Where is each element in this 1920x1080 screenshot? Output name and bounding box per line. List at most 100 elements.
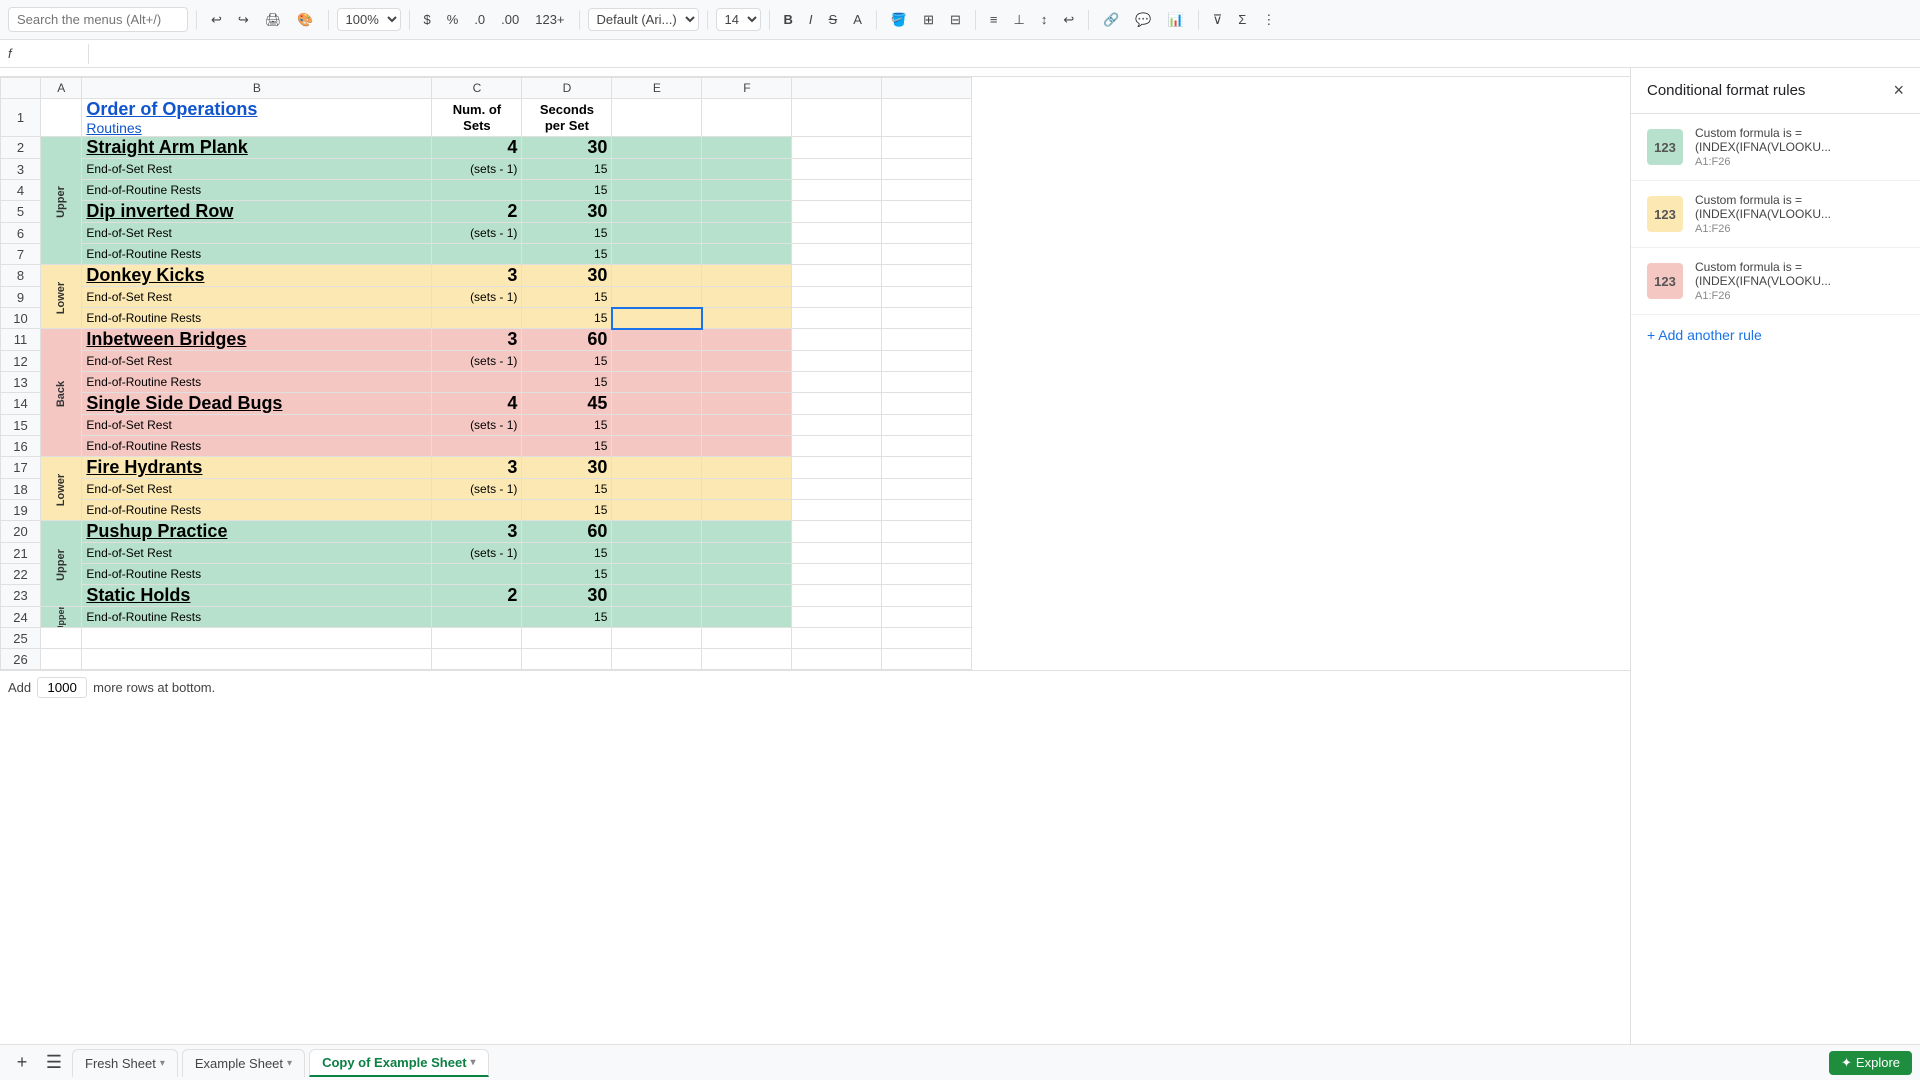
- cell-b21[interactable]: End-of-Set Rest: [82, 543, 432, 564]
- search-input[interactable]: [8, 7, 188, 32]
- cell-d5[interactable]: 30: [522, 201, 612, 223]
- comment-button[interactable]: 💬: [1129, 8, 1157, 32]
- cell-d12[interactable]: 15: [522, 351, 612, 372]
- cell-f8[interactable]: [702, 265, 792, 287]
- cell-f4[interactable]: [702, 180, 792, 201]
- cell-d21[interactable]: 15: [522, 543, 612, 564]
- col-header-h[interactable]: [882, 78, 972, 99]
- rule-item-3[interactable]: 123 Custom formula is = (INDEX(IFNA(VLOO…: [1631, 248, 1920, 315]
- cell-c22[interactable]: [432, 564, 522, 585]
- function-button[interactable]: Σ: [1232, 8, 1252, 31]
- col-header-d[interactable]: D: [522, 78, 612, 99]
- fill-color-button[interactable]: 🪣: [885, 8, 913, 32]
- cell-b1[interactable]: Order of Operations Routines: [82, 99, 432, 137]
- cell-f13[interactable]: [702, 372, 792, 393]
- font-size-select[interactable]: 14: [716, 8, 761, 31]
- borders-button[interactable]: ⊞: [917, 8, 940, 32]
- cell-e16[interactable]: [612, 436, 702, 457]
- cell-f20[interactable]: [702, 521, 792, 543]
- cell-d4[interactable]: 15: [522, 180, 612, 201]
- cell-f16[interactable]: [702, 436, 792, 457]
- cell-b15[interactable]: End-of-Set Rest: [82, 415, 432, 436]
- cell-b8[interactable]: Donkey Kicks: [82, 265, 432, 287]
- cell-f2[interactable]: [702, 137, 792, 159]
- redo-button[interactable]: ↪: [232, 8, 255, 32]
- cell-b7[interactable]: End-of-Routine Rests: [82, 244, 432, 265]
- cell-d14[interactable]: 45: [522, 393, 612, 415]
- sheet-scroll[interactable]: A B C D E F 1: [0, 68, 1630, 1044]
- cell-c17[interactable]: 3: [432, 457, 522, 479]
- cell-d1[interactable]: Secondsper Set: [522, 99, 612, 137]
- col-header-f[interactable]: F: [702, 78, 792, 99]
- cell-e5[interactable]: [612, 201, 702, 223]
- cell-c12[interactable]: (sets - 1): [432, 351, 522, 372]
- cell-f19[interactable]: [702, 500, 792, 521]
- col-header-g[interactable]: [792, 78, 882, 99]
- cell-c19[interactable]: [432, 500, 522, 521]
- cell-b11[interactable]: Inbetween Bridges: [82, 329, 432, 351]
- cell-e25[interactable]: [612, 628, 702, 649]
- sheet-tab-copy[interactable]: Copy of Example Sheet ▾: [309, 1049, 489, 1077]
- cell-d24[interactable]: 15: [522, 607, 612, 628]
- decimal1-button[interactable]: .0: [468, 8, 491, 31]
- cell-e9[interactable]: [612, 287, 702, 308]
- cell-f10[interactable]: [702, 308, 792, 329]
- cell-f5[interactable]: [702, 201, 792, 223]
- cell-c16[interactable]: [432, 436, 522, 457]
- cell-f24[interactable]: [702, 607, 792, 628]
- cell-c21[interactable]: (sets - 1): [432, 543, 522, 564]
- cell-b17[interactable]: Fire Hydrants: [82, 457, 432, 479]
- cell-f17[interactable]: [702, 457, 792, 479]
- cell-d7[interactable]: 15: [522, 244, 612, 265]
- zoom-select[interactable]: 100%: [337, 8, 401, 31]
- cell-d9[interactable]: 15: [522, 287, 612, 308]
- cell-f12[interactable]: [702, 351, 792, 372]
- rule-item-1[interactable]: 123 Custom formula is = (INDEX(IFNA(VLOO…: [1631, 114, 1920, 181]
- cell-d16[interactable]: 15: [522, 436, 612, 457]
- align-button[interactable]: ≡: [984, 8, 1004, 31]
- cell-e23[interactable]: [612, 585, 702, 607]
- cell-e14[interactable]: [612, 393, 702, 415]
- col-header-c[interactable]: C: [432, 78, 522, 99]
- cell-a11[interactable]: Back: [41, 329, 82, 457]
- cell-a20[interactable]: Upper: [41, 521, 82, 607]
- cell-f22[interactable]: [702, 564, 792, 585]
- cell-e8[interactable]: [612, 265, 702, 287]
- cell-a2[interactable]: Upper: [41, 137, 82, 265]
- cell-a17[interactable]: Lower: [41, 457, 82, 521]
- cell-e4[interactable]: [612, 180, 702, 201]
- cell-e20[interactable]: [612, 521, 702, 543]
- cell-b13[interactable]: End-of-Routine Rests: [82, 372, 432, 393]
- formula-input[interactable]: [97, 46, 1912, 61]
- cell-f6[interactable]: [702, 223, 792, 244]
- chart-button[interactable]: 📊: [1162, 8, 1190, 32]
- cell-d17[interactable]: 30: [522, 457, 612, 479]
- cell-f23[interactable]: [702, 585, 792, 607]
- cell-a26[interactable]: [41, 649, 82, 670]
- undo-button[interactable]: ↩: [205, 8, 228, 32]
- strikethrough-button[interactable]: S: [823, 8, 844, 31]
- cell-d2[interactable]: 30: [522, 137, 612, 159]
- cell-c20[interactable]: 3: [432, 521, 522, 543]
- link-button[interactable]: 🔗: [1097, 8, 1125, 32]
- cell-d13[interactable]: 15: [522, 372, 612, 393]
- cell-c14[interactable]: 4: [432, 393, 522, 415]
- cell-reference-input[interactable]: [20, 46, 80, 61]
- cell-a8[interactable]: Lower: [41, 265, 82, 329]
- currency-button[interactable]: $: [418, 8, 437, 31]
- cell-f21[interactable]: [702, 543, 792, 564]
- cell-b5[interactable]: Dip inverted Row: [82, 201, 432, 223]
- cell-f14[interactable]: [702, 393, 792, 415]
- cell-e24[interactable]: [612, 607, 702, 628]
- panel-close-button[interactable]: ×: [1893, 80, 1904, 101]
- cell-c15[interactable]: (sets - 1): [432, 415, 522, 436]
- cell-b19[interactable]: End-of-Routine Rests: [82, 500, 432, 521]
- cell-f26[interactable]: [702, 649, 792, 670]
- cell-c26[interactable]: [432, 649, 522, 670]
- cell-d25[interactable]: [522, 628, 612, 649]
- cell-c7[interactable]: [432, 244, 522, 265]
- col-header-b[interactable]: B: [82, 78, 432, 99]
- cell-b18[interactable]: End-of-Set Rest: [82, 479, 432, 500]
- cell-c18[interactable]: (sets - 1): [432, 479, 522, 500]
- cell-d3[interactable]: 15: [522, 159, 612, 180]
